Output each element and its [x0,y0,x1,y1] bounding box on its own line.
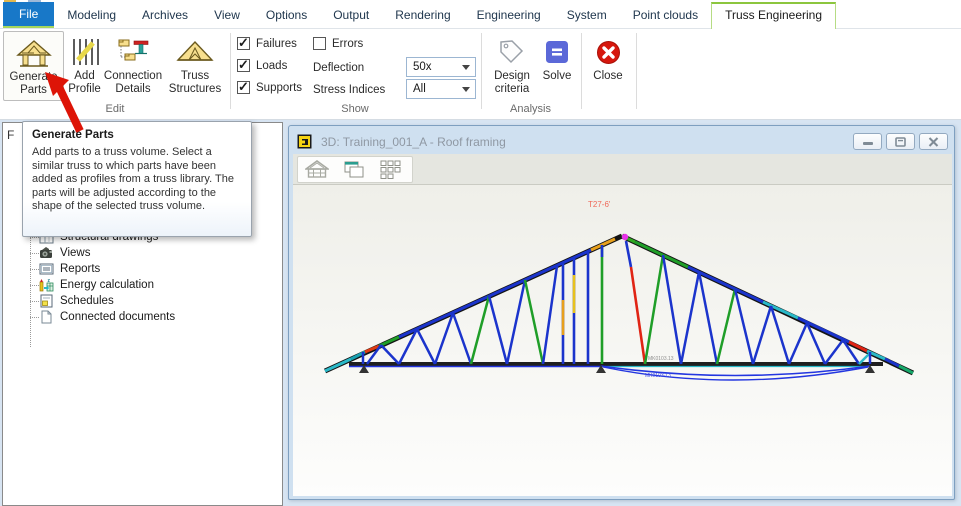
tree-item-energy-calculation[interactable]: z Energy calculation [3,277,282,293]
close-button[interactable]: Close [586,31,630,101]
loads-label: Loads [256,60,287,72]
stress-indices-dropdown[interactable]: All [406,79,476,99]
failures-checkbox-box[interactable] [237,37,250,50]
apex-node [622,234,628,240]
viewer-window-title: 3D: Training_001_A - Roof framing [321,135,849,149]
tree-item-schedules[interactable]: Schedules [3,293,282,309]
camera-icon [39,246,55,261]
panel-header-clipped: F [7,128,14,142]
tab-rendering[interactable]: Rendering [382,2,463,28]
truss-structures-label: Truss Structures [163,70,227,95]
viewport-3d[interactable]: T27-6' MK0103.13 MK0103-13 [293,185,952,496]
deflection-dropdown[interactable]: 50x [406,57,476,77]
tree-item-views[interactable]: Views [3,245,282,261]
house-icon [305,160,329,179]
chevron-down-icon [462,87,470,92]
design-criteria-label: Design criteria [487,70,537,95]
group-label-show: Show [300,103,410,115]
truss-structures-icon [176,34,214,70]
tree-item-label: Reports [60,263,100,275]
tab-truss-engineering[interactable]: Truss Engineering [711,2,836,29]
model-view-button[interactable] [298,157,335,182]
viewer-window-icon [297,134,312,149]
generate-parts-icon [16,35,52,71]
tree-item-connected-documents[interactable]: Connected documents [3,309,282,325]
tab-modeling[interactable]: Modeling [54,2,129,28]
viewer-toolbar [293,154,952,185]
restore-button[interactable] [886,133,915,150]
supports-label: Supports [256,82,302,94]
schedule-icon [39,294,55,309]
supports-checkbox[interactable]: Supports [237,81,302,94]
design-criteria-button[interactable]: Design criteria [487,31,537,101]
truss-structures-button[interactable]: Truss Structures [163,31,227,101]
energy-icon: z [39,278,55,293]
document-icon [39,310,55,325]
tile-windows-button[interactable] [372,157,409,182]
deflection-value: 50x [413,61,432,73]
tab-view[interactable]: View [201,2,253,28]
minimize-button[interactable] [853,133,882,150]
tree-item-label: Schedules [60,295,114,307]
connection-details-button[interactable]: Connection Details [103,31,163,101]
viewer-window: 3D: Training_001_A - Roof framing [288,125,955,500]
solve-button[interactable]: Solve [538,31,576,101]
loads-checkbox[interactable]: Loads [237,59,287,72]
member-label-top: MK0103.13 [648,356,674,362]
grid-icon [380,160,402,180]
member-label-bottom: MK0103-13 [645,373,671,379]
loads-checkbox-box[interactable] [237,59,250,72]
ribbon-tab-bar: File Modeling Archives View Options Outp… [0,2,961,29]
close-label: Close [593,70,622,83]
failures-label: Failures [256,38,297,50]
supports-checkbox-box[interactable] [237,81,250,94]
tree-item-label: Energy calculation [60,279,154,291]
ribbon: Generate Parts Add Profile [0,29,961,120]
tree-item-label: Views [60,247,90,259]
tab-point-clouds[interactable]: Point clouds [620,2,711,28]
stress-indices-label: Stress Indices [313,84,385,96]
viewer-title-bar[interactable]: 3D: Training_001_A - Roof framing [293,129,950,154]
errors-label: Errors [332,38,363,50]
failures-checkbox[interactable]: Failures [237,37,297,50]
generate-parts-tooltip: Generate Parts Add parts to a truss volu… [22,121,252,237]
cascade-windows-button[interactable] [335,157,372,182]
tooltip-body: Add parts to a truss volume. Select a si… [23,146,245,214]
annotation-arrow-icon [40,70,86,136]
truss-render: T27-6' MK0103.13 MK0103-13 [293,185,952,496]
solve-label: Solve [543,70,572,83]
group-label-analysis: Analysis [478,103,583,115]
close-window-button[interactable] [919,133,948,150]
chevron-down-icon [462,65,470,70]
connection-details-label: Connection Details [103,70,163,95]
tab-options[interactable]: Options [253,2,320,28]
report-icon [39,262,55,277]
tree-item-reports[interactable]: Reports [3,261,282,277]
add-profile-icon [71,34,99,70]
close-icon [596,34,621,70]
design-criteria-icon [498,34,526,70]
tree-item-label: Connected documents [60,311,175,323]
connection-details-icon [116,34,150,70]
tab-engineering[interactable]: Engineering [464,2,554,28]
stress-indices-value: All [413,83,426,95]
solve-icon [545,34,569,70]
errors-checkbox-box[interactable] [313,37,326,50]
deflection-label: Deflection [313,62,364,74]
tab-output[interactable]: Output [320,2,382,28]
tab-system[interactable]: System [554,2,620,28]
tab-file[interactable]: File [3,2,54,28]
tab-archives[interactable]: Archives [129,2,201,28]
cascade-windows-icon [342,160,366,179]
errors-checkbox[interactable]: Errors [313,37,363,50]
truss-apex-label: T27-6' [588,200,611,209]
